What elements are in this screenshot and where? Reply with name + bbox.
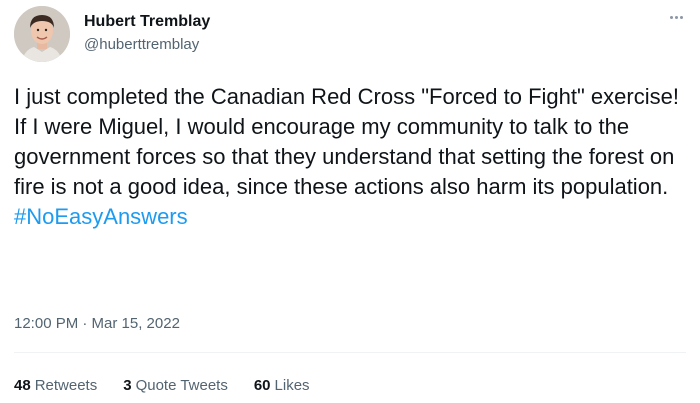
tweet-stats: 48 Retweets 3 Quote Tweets 60 Likes <box>14 376 310 396</box>
more-horizontal-icon[interactable] <box>666 10 686 24</box>
tweet-card: Hubert Tremblay @huberttremblay I just c… <box>0 0 700 403</box>
hashtag-link[interactable]: #NoEasyAnswers <box>14 204 188 229</box>
quote-tweets-label: Quote Tweets <box>135 377 228 394</box>
user-names: Hubert Tremblay @huberttremblay <box>84 12 210 55</box>
retweets-stat[interactable]: 48 Retweets <box>14 376 97 396</box>
tweet-text: I just completed the Canadian Red Cross … <box>14 82 686 232</box>
more-dot <box>679 15 683 19</box>
likes-stat[interactable]: 60 Likes <box>254 376 310 396</box>
more-dot <box>674 15 678 19</box>
retweets-count: 48 <box>14 377 31 394</box>
quote-tweets-count: 3 <box>123 377 132 394</box>
likes-count: 60 <box>253 377 271 394</box>
tweet-timestamp[interactable]: 12:00 PM · Mar 15, 2022 <box>14 314 180 334</box>
tweet-header: Hubert Tremblay @huberttremblay <box>14 6 686 66</box>
likes-label: Likes <box>274 377 310 394</box>
avatar[interactable] <box>14 6 70 62</box>
quote-tweets-stat[interactable]: 3 Quote Tweets <box>123 376 228 396</box>
user-handle[interactable]: @huberttremblay <box>84 35 210 55</box>
more-dot <box>669 15 673 19</box>
retweets-label: Retweets <box>34 377 98 394</box>
tweet-text-body: I just completed the Canadian Red Cross … <box>14 84 679 199</box>
divider <box>14 352 686 353</box>
display-name[interactable]: Hubert Tremblay <box>84 12 210 32</box>
avatar-image <box>14 6 70 62</box>
